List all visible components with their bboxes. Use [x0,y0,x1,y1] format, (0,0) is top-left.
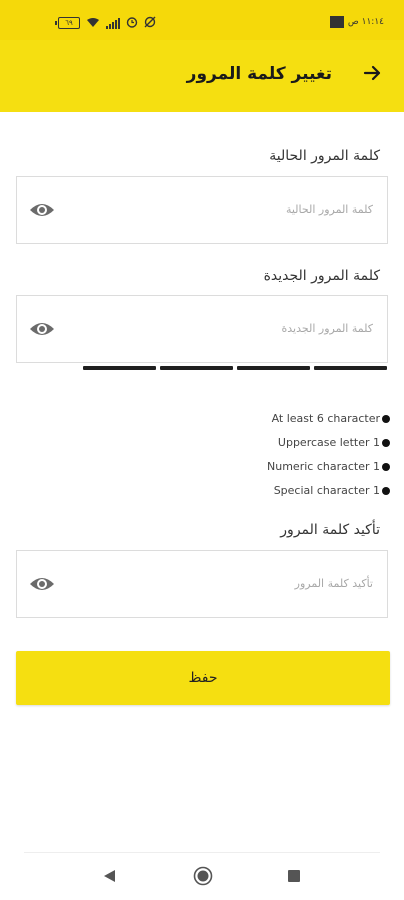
confirm-password-placeholder: تأكيد كلمة المرور [294,577,373,590]
nav-home-icon[interactable] [193,866,213,886]
strength-bar-segment [237,366,310,370]
signal-icon [106,17,120,29]
bullet-icon [382,462,390,471]
current-password-placeholder: كلمة المرور الحالية [285,203,373,216]
new-password-label: كلمة المرور الجديدة [263,268,380,284]
current-password-label: كلمة المرور الحالية [269,148,380,164]
eye-icon[interactable] [29,574,55,594]
strength-bar-segment [83,366,156,370]
requirement-item: Numeric character 1 [267,460,390,473]
requirement-text: Numeric character 1 [267,460,380,473]
arrow-right-icon[interactable] [360,61,384,85]
current-password-field[interactable]: كلمة المرور الحالية [16,176,388,244]
requirement-text: Special character 1 [273,484,380,497]
page-title: تغيير كلمة المرور [186,64,332,84]
status-time-group: ١١:١٤ ص [329,16,384,28]
wifi-icon [86,17,100,30]
status-icons: ٦٩ [55,15,156,31]
requirement-text: At least 6 character [271,412,380,425]
eye-icon[interactable] [29,200,55,220]
battery-icon: ٦٩ [55,17,80,29]
status-bar: ٦٩ ١١:١٤ ص [0,0,404,40]
status-time: ١١:١٤ ص [347,17,384,27]
confirm-password-field[interactable]: تأكيد كلمة المرور [16,550,388,618]
confirm-password-label: تأكيد كلمة المرور [280,522,380,538]
new-password-placeholder: كلمة المرور الجديدة [281,322,373,335]
strength-bar-segment [314,366,387,370]
requirement-text: Uppercase letter 1 [277,436,380,449]
eye-icon[interactable] [29,319,55,339]
requirement-item: Uppercase letter 1 [278,436,390,449]
sync-off-icon [144,16,156,30]
bullet-icon [382,438,390,447]
bullet-icon [382,486,390,495]
requirement-item: Special character 1 [274,484,390,497]
notification-icon [329,16,344,28]
alarm-icon [126,16,138,30]
bullet-icon [382,414,390,423]
save-button[interactable]: حفظ [16,651,390,705]
new-password-field[interactable]: كلمة المرور الجديدة [16,295,388,363]
nav-back-icon[interactable] [101,868,117,884]
requirement-item: At least 6 character [272,412,390,425]
nav-divider [24,852,380,853]
nav-recents-icon[interactable] [288,870,300,882]
strength-bar-segment [160,366,233,370]
app-bar: تغيير كلمة المرور [0,40,404,112]
